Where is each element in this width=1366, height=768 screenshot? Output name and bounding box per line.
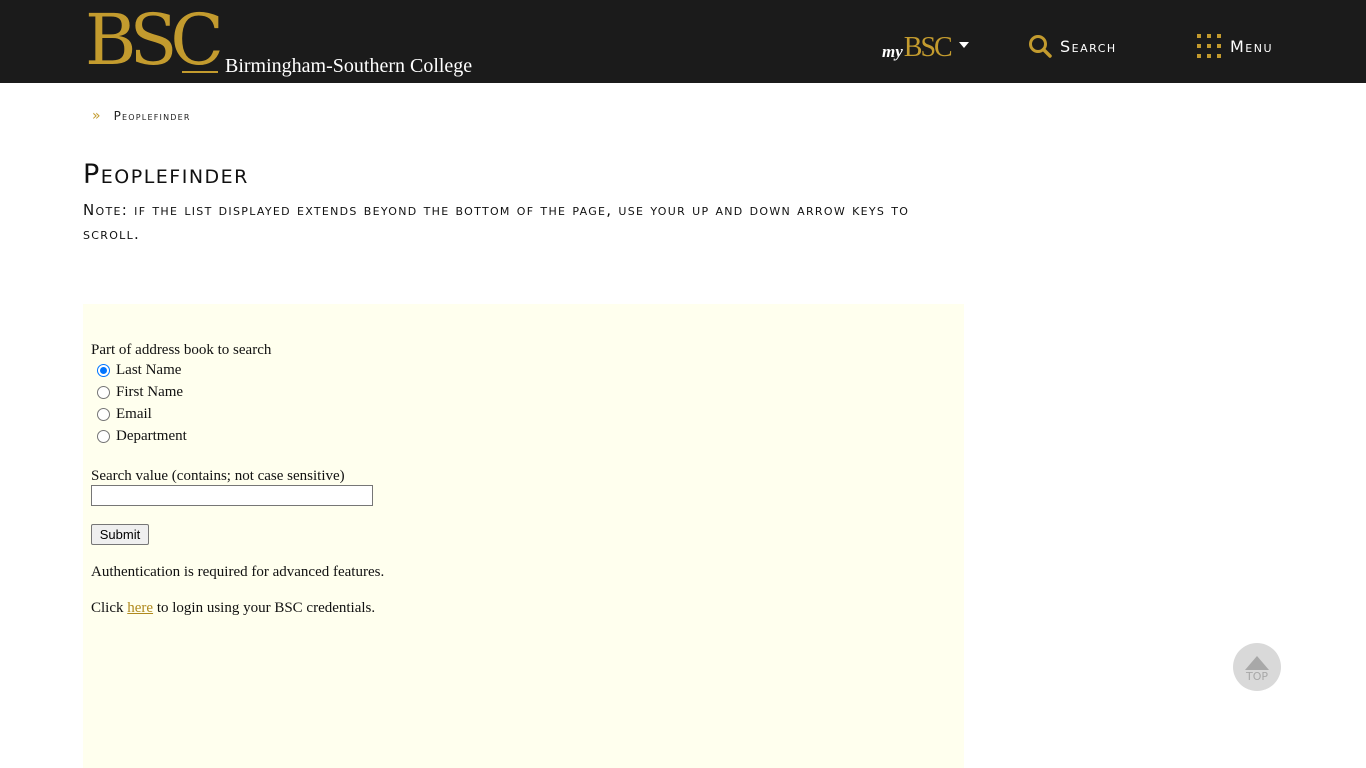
auth-note: Authentication is required for advanced … [91, 564, 385, 580]
menu-label: Menu [1230, 36, 1274, 56]
menu-button[interactable]: Menu [1196, 33, 1273, 59]
mybsc-dropdown[interactable]: my BSC [882, 30, 969, 62]
radio-last-name[interactable]: Last Name [97, 360, 181, 380]
radio-button[interactable] [97, 429, 110, 443]
mybsc-prefix: my [882, 42, 903, 61]
caret-down-icon [958, 42, 969, 48]
radio-button[interactable] [97, 385, 110, 399]
submit-button[interactable]: Submit [91, 524, 149, 545]
login-suffix: to login using your BSC credentials. [153, 600, 376, 616]
back-to-top-button[interactable]: TOP [1233, 643, 1281, 691]
search-icon [1029, 35, 1052, 58]
double-chevron-right-icon: » [92, 108, 101, 124]
back-to-top-label: TOP [1245, 669, 1268, 683]
peoplefinder-panel: Part of address book to search Last Name… [83, 304, 964, 768]
bsc-logo-mark[interactable]: BSC [85, 5, 224, 75]
page-title: Peoplefinder [83, 159, 249, 190]
search-scope-label: Part of address book to search [91, 342, 272, 358]
radio-button[interactable] [97, 407, 110, 421]
search-label: Search [1060, 36, 1117, 56]
mybsc-name: BSC [903, 32, 953, 63]
breadcrumb: » Peoplefinder [92, 106, 191, 126]
site-header: BSC Birmingham-Southern College my BSC S… [0, 0, 1366, 83]
college-name-logo[interactable]: Birmingham-Southern College [225, 55, 472, 77]
login-here-link[interactable]: here [127, 600, 153, 616]
login-prefix: Click [91, 600, 128, 616]
radio-department[interactable]: Department [97, 426, 187, 446]
up-triangle-icon [1245, 655, 1269, 670]
radio-label: Department [116, 427, 187, 444]
search-value-input[interactable] [91, 485, 373, 506]
radio-first-name[interactable]: First Name [97, 382, 183, 402]
radio-label: Email [116, 405, 152, 422]
grid-menu-icon [1197, 34, 1221, 58]
scroll-note: Note: if the list displayed extends beyo… [83, 201, 910, 243]
logo-underline [182, 71, 218, 73]
login-line: Click here to login using your BSC crede… [91, 599, 375, 617]
radio-label: Last Name [116, 361, 182, 378]
breadcrumb-current: Peoplefinder [113, 109, 191, 123]
search-value-label: Search value (contains; not case sensiti… [91, 468, 345, 484]
search-button[interactable]: Search [1028, 33, 1117, 59]
radio-email[interactable]: Email [97, 404, 152, 424]
radio-button-checked[interactable] [97, 363, 110, 377]
radio-label: First Name [116, 383, 184, 400]
